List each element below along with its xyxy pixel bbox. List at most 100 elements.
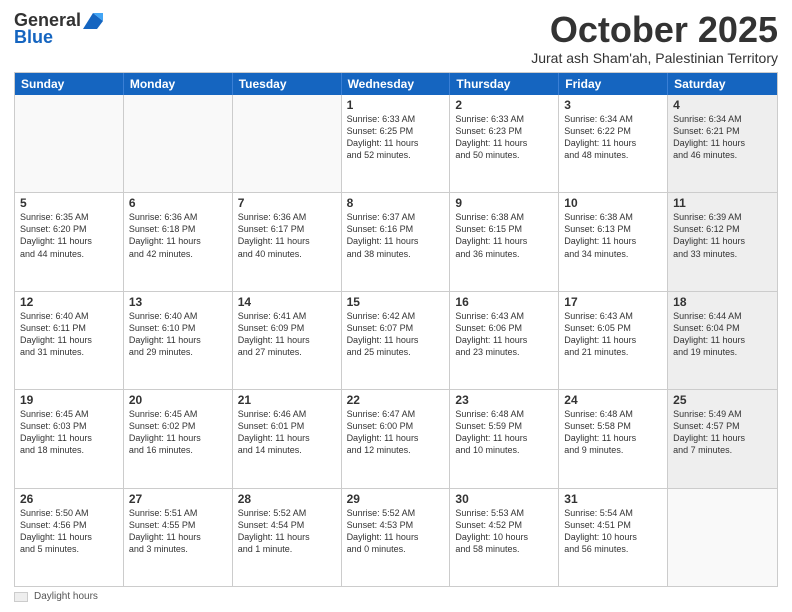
calendar-cell: 25Sunrise: 5:49 AM Sunset: 4:57 PM Dayli… [668, 390, 777, 487]
calendar-cell: 1Sunrise: 6:33 AM Sunset: 6:25 PM Daylig… [342, 95, 451, 192]
day-number: 30 [455, 492, 553, 506]
header-day-friday: Friday [559, 73, 668, 95]
day-info: Sunrise: 6:34 AM Sunset: 6:21 PM Dayligh… [673, 113, 772, 162]
day-number: 11 [673, 196, 772, 210]
calendar-cell: 14Sunrise: 6:41 AM Sunset: 6:09 PM Dayli… [233, 292, 342, 389]
day-info: Sunrise: 6:38 AM Sunset: 6:13 PM Dayligh… [564, 211, 662, 260]
day-number: 8 [347, 196, 445, 210]
calendar-cell: 18Sunrise: 6:44 AM Sunset: 6:04 PM Dayli… [668, 292, 777, 389]
calendar-cell: 17Sunrise: 6:43 AM Sunset: 6:05 PM Dayli… [559, 292, 668, 389]
day-number: 26 [20, 492, 118, 506]
header-day-thursday: Thursday [450, 73, 559, 95]
day-info: Sunrise: 6:36 AM Sunset: 6:18 PM Dayligh… [129, 211, 227, 260]
calendar-cell: 7Sunrise: 6:36 AM Sunset: 6:17 PM Daylig… [233, 193, 342, 290]
calendar-cell: 11Sunrise: 6:39 AM Sunset: 6:12 PM Dayli… [668, 193, 777, 290]
calendar-cell: 21Sunrise: 6:46 AM Sunset: 6:01 PM Dayli… [233, 390, 342, 487]
day-number: 27 [129, 492, 227, 506]
header-day-sunday: Sunday [15, 73, 124, 95]
calendar-cell: 20Sunrise: 6:45 AM Sunset: 6:02 PM Dayli… [124, 390, 233, 487]
day-info: Sunrise: 5:51 AM Sunset: 4:55 PM Dayligh… [129, 507, 227, 556]
day-number: 6 [129, 196, 227, 210]
day-info: Sunrise: 5:54 AM Sunset: 4:51 PM Dayligh… [564, 507, 662, 556]
day-number: 13 [129, 295, 227, 309]
logo-icon [83, 13, 103, 29]
day-info: Sunrise: 6:42 AM Sunset: 6:07 PM Dayligh… [347, 310, 445, 359]
day-info: Sunrise: 6:48 AM Sunset: 5:59 PM Dayligh… [455, 408, 553, 457]
calendar-week-2: 5Sunrise: 6:35 AM Sunset: 6:20 PM Daylig… [15, 193, 777, 291]
day-number: 22 [347, 393, 445, 407]
day-number: 16 [455, 295, 553, 309]
calendar-cell: 2Sunrise: 6:33 AM Sunset: 6:23 PM Daylig… [450, 95, 559, 192]
day-number: 17 [564, 295, 662, 309]
day-number: 25 [673, 393, 772, 407]
calendar-cell: 3Sunrise: 6:34 AM Sunset: 6:22 PM Daylig… [559, 95, 668, 192]
day-number: 2 [455, 98, 553, 112]
header-day-saturday: Saturday [668, 73, 777, 95]
day-info: Sunrise: 6:36 AM Sunset: 6:17 PM Dayligh… [238, 211, 336, 260]
logo-blue: Blue [14, 27, 53, 48]
day-number: 1 [347, 98, 445, 112]
title-block: October 2025 Jurat ash Sham'ah, Palestin… [531, 10, 778, 66]
calendar-cell: 30Sunrise: 5:53 AM Sunset: 4:52 PM Dayli… [450, 489, 559, 586]
calendar-cell: 6Sunrise: 6:36 AM Sunset: 6:18 PM Daylig… [124, 193, 233, 290]
day-number: 19 [20, 393, 118, 407]
month-title: October 2025 [531, 10, 778, 50]
page: General Blue October 2025 Jurat ash Sham… [0, 0, 792, 612]
day-info: Sunrise: 5:49 AM Sunset: 4:57 PM Dayligh… [673, 408, 772, 457]
day-info: Sunrise: 6:43 AM Sunset: 6:05 PM Dayligh… [564, 310, 662, 359]
calendar-cell: 23Sunrise: 6:48 AM Sunset: 5:59 PM Dayli… [450, 390, 559, 487]
day-info: Sunrise: 6:48 AM Sunset: 5:58 PM Dayligh… [564, 408, 662, 457]
day-number: 28 [238, 492, 336, 506]
calendar-week-4: 19Sunrise: 6:45 AM Sunset: 6:03 PM Dayli… [15, 390, 777, 488]
subtitle: Jurat ash Sham'ah, Palestinian Territory [531, 50, 778, 66]
daylight-hours-box [14, 592, 28, 602]
logo: General Blue [14, 10, 103, 48]
day-info: Sunrise: 6:41 AM Sunset: 6:09 PM Dayligh… [238, 310, 336, 359]
day-info: Sunrise: 6:38 AM Sunset: 6:15 PM Dayligh… [455, 211, 553, 260]
calendar-body: 1Sunrise: 6:33 AM Sunset: 6:25 PM Daylig… [15, 95, 777, 586]
day-info: Sunrise: 6:44 AM Sunset: 6:04 PM Dayligh… [673, 310, 772, 359]
calendar-cell: 16Sunrise: 6:43 AM Sunset: 6:06 PM Dayli… [450, 292, 559, 389]
header-day-monday: Monday [124, 73, 233, 95]
day-number: 4 [673, 98, 772, 112]
day-number: 23 [455, 393, 553, 407]
day-number: 15 [347, 295, 445, 309]
day-info: Sunrise: 5:50 AM Sunset: 4:56 PM Dayligh… [20, 507, 118, 556]
calendar-cell: 13Sunrise: 6:40 AM Sunset: 6:10 PM Dayli… [124, 292, 233, 389]
day-info: Sunrise: 6:47 AM Sunset: 6:00 PM Dayligh… [347, 408, 445, 457]
calendar-cell: 9Sunrise: 6:38 AM Sunset: 6:15 PM Daylig… [450, 193, 559, 290]
day-info: Sunrise: 6:34 AM Sunset: 6:22 PM Dayligh… [564, 113, 662, 162]
calendar-week-5: 26Sunrise: 5:50 AM Sunset: 4:56 PM Dayli… [15, 489, 777, 586]
day-number: 12 [20, 295, 118, 309]
day-info: Sunrise: 6:45 AM Sunset: 6:02 PM Dayligh… [129, 408, 227, 457]
day-info: Sunrise: 5:52 AM Sunset: 4:53 PM Dayligh… [347, 507, 445, 556]
header-day-tuesday: Tuesday [233, 73, 342, 95]
day-number: 31 [564, 492, 662, 506]
calendar-cell: 8Sunrise: 6:37 AM Sunset: 6:16 PM Daylig… [342, 193, 451, 290]
calendar-cell: 28Sunrise: 5:52 AM Sunset: 4:54 PM Dayli… [233, 489, 342, 586]
calendar-cell: 31Sunrise: 5:54 AM Sunset: 4:51 PM Dayli… [559, 489, 668, 586]
day-number: 21 [238, 393, 336, 407]
header-day-wednesday: Wednesday [342, 73, 451, 95]
day-number: 3 [564, 98, 662, 112]
calendar-week-1: 1Sunrise: 6:33 AM Sunset: 6:25 PM Daylig… [15, 95, 777, 193]
calendar-cell: 27Sunrise: 5:51 AM Sunset: 4:55 PM Dayli… [124, 489, 233, 586]
day-number: 29 [347, 492, 445, 506]
calendar-cell: 10Sunrise: 6:38 AM Sunset: 6:13 PM Dayli… [559, 193, 668, 290]
day-number: 24 [564, 393, 662, 407]
calendar: SundayMondayTuesdayWednesdayThursdayFrid… [14, 72, 778, 587]
day-number: 14 [238, 295, 336, 309]
calendar-cell [668, 489, 777, 586]
calendar-cell: 5Sunrise: 6:35 AM Sunset: 6:20 PM Daylig… [15, 193, 124, 290]
day-info: Sunrise: 6:39 AM Sunset: 6:12 PM Dayligh… [673, 211, 772, 260]
day-info: Sunrise: 6:33 AM Sunset: 6:23 PM Dayligh… [455, 113, 553, 162]
calendar-week-3: 12Sunrise: 6:40 AM Sunset: 6:11 PM Dayli… [15, 292, 777, 390]
calendar-cell: 12Sunrise: 6:40 AM Sunset: 6:11 PM Dayli… [15, 292, 124, 389]
calendar-cell: 26Sunrise: 5:50 AM Sunset: 4:56 PM Dayli… [15, 489, 124, 586]
footer: Daylight hours [14, 591, 778, 602]
day-info: Sunrise: 6:37 AM Sunset: 6:16 PM Dayligh… [347, 211, 445, 260]
calendar-cell [233, 95, 342, 192]
calendar-cell: 22Sunrise: 6:47 AM Sunset: 6:00 PM Dayli… [342, 390, 451, 487]
calendar-cell [124, 95, 233, 192]
day-number: 9 [455, 196, 553, 210]
